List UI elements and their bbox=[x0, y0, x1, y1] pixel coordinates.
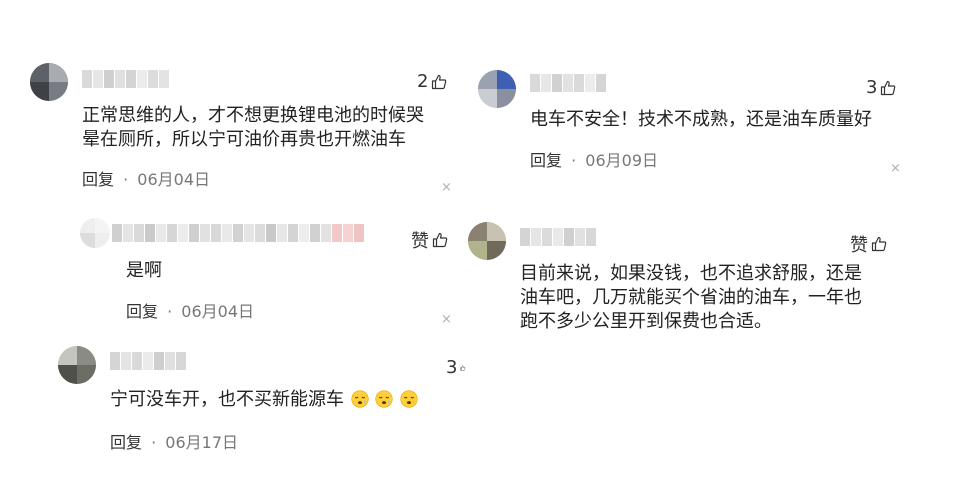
close-icon[interactable]: × bbox=[441, 312, 452, 327]
comment-text-line: 宁可没车开，也不买新能源车 bbox=[110, 389, 344, 410]
username-redacted[interactable] bbox=[110, 352, 188, 370]
comment-text-line: 跑不多少公里开到保费也合适。 bbox=[520, 311, 772, 332]
comment-meta: 回复 · 06月09日 bbox=[530, 147, 658, 171]
reply-button[interactable]: 回复 bbox=[110, 433, 142, 452]
comment-text-line: 是啊 bbox=[126, 260, 162, 281]
meta-separator: · bbox=[167, 302, 173, 321]
comment-date: 06月17日 bbox=[165, 433, 239, 452]
comment-date: 06月09日 bbox=[585, 151, 659, 170]
comment-text-line: 目前来说，如果没钱，也不追求舒服，还是 bbox=[520, 263, 862, 284]
comment-meta: 回复 · 06月04日 bbox=[82, 166, 210, 190]
like-button[interactable]: 赞 bbox=[411, 227, 448, 253]
thumbs-up-icon bbox=[871, 236, 887, 252]
thumbs-up-icon bbox=[881, 80, 896, 95]
close-icon[interactable]: × bbox=[890, 161, 901, 176]
comment-text: 是啊 bbox=[126, 259, 162, 283]
reply-button[interactable]: 回复 bbox=[126, 302, 158, 321]
like-button[interactable]: 赞 bbox=[850, 231, 887, 257]
username-redacted[interactable] bbox=[520, 228, 598, 246]
like-count: 2 bbox=[417, 71, 429, 92]
sleepy-face-emoji bbox=[375, 390, 394, 408]
meta-separator: · bbox=[123, 170, 129, 189]
avatar[interactable] bbox=[478, 70, 516, 108]
like-label: 赞 bbox=[850, 235, 868, 256]
avatar[interactable] bbox=[30, 63, 68, 101]
comment-text-line: 电车不安全！技术不成熟，还是油车质量好 bbox=[530, 109, 872, 130]
comment-text-line: 油车吧，几万就能买个省油的油车，一年也 bbox=[520, 287, 862, 308]
comment-text: 正常思维的人，才不想更换锂电池的时候哭 晕在厕所，所以宁可油价再贵也开燃油车 bbox=[82, 104, 424, 152]
meta-separator: · bbox=[571, 151, 577, 170]
close-icon[interactable]: × bbox=[441, 180, 452, 195]
sleepy-face-emoji bbox=[351, 390, 369, 408]
comment-meta: 回复 · 06月17日 bbox=[110, 429, 238, 453]
comment-text: 电车不安全！技术不成熟，还是油车质量好 bbox=[530, 108, 872, 132]
comment-text: 目前来说，如果没钱，也不追求舒服，还是 油车吧，几万就能买个省油的油车，一年也 … bbox=[520, 262, 862, 334]
thumbs-up-icon bbox=[460, 365, 466, 370]
comment-date: 06月04日 bbox=[181, 302, 255, 321]
comment-text-line: 晕在厕所，所以宁可油价再贵也开燃油车 bbox=[82, 129, 406, 150]
username-redacted[interactable] bbox=[82, 70, 172, 88]
avatar[interactable] bbox=[58, 346, 96, 384]
meta-separator: · bbox=[151, 433, 157, 452]
avatar[interactable] bbox=[468, 222, 506, 260]
like-button[interactable]: 3 bbox=[866, 77, 896, 98]
like-count: 3 bbox=[866, 77, 878, 98]
avatar[interactable] bbox=[80, 218, 110, 248]
like-label: 赞 bbox=[411, 231, 429, 252]
comment-text: 宁可没车开，也不买新能源车 bbox=[110, 388, 418, 412]
thumbs-up-icon bbox=[432, 232, 448, 248]
like-button[interactable]: 2 bbox=[417, 71, 447, 92]
username-redacted[interactable] bbox=[112, 224, 367, 242]
comment-text-line: 正常思维的人，才不想更换锂电池的时候哭 bbox=[82, 105, 424, 126]
username-redacted[interactable] bbox=[530, 74, 608, 92]
comment-panel: 2 正常思维的人，才不想更换锂电池的时候哭 晕在厕所，所以宁可油价再贵也开燃油车… bbox=[0, 0, 965, 498]
comment-meta: 回复 · 06月04日 bbox=[126, 298, 254, 322]
reply-button[interactable]: 回复 bbox=[530, 151, 562, 170]
reply-button[interactable]: 回复 bbox=[82, 170, 114, 189]
like-count: 3 bbox=[446, 357, 458, 378]
like-button[interactable]: 3 bbox=[446, 357, 466, 378]
comment-date: 06月04日 bbox=[137, 170, 211, 189]
sleepy-face-emoji bbox=[400, 390, 418, 408]
thumbs-up-icon bbox=[432, 74, 447, 89]
